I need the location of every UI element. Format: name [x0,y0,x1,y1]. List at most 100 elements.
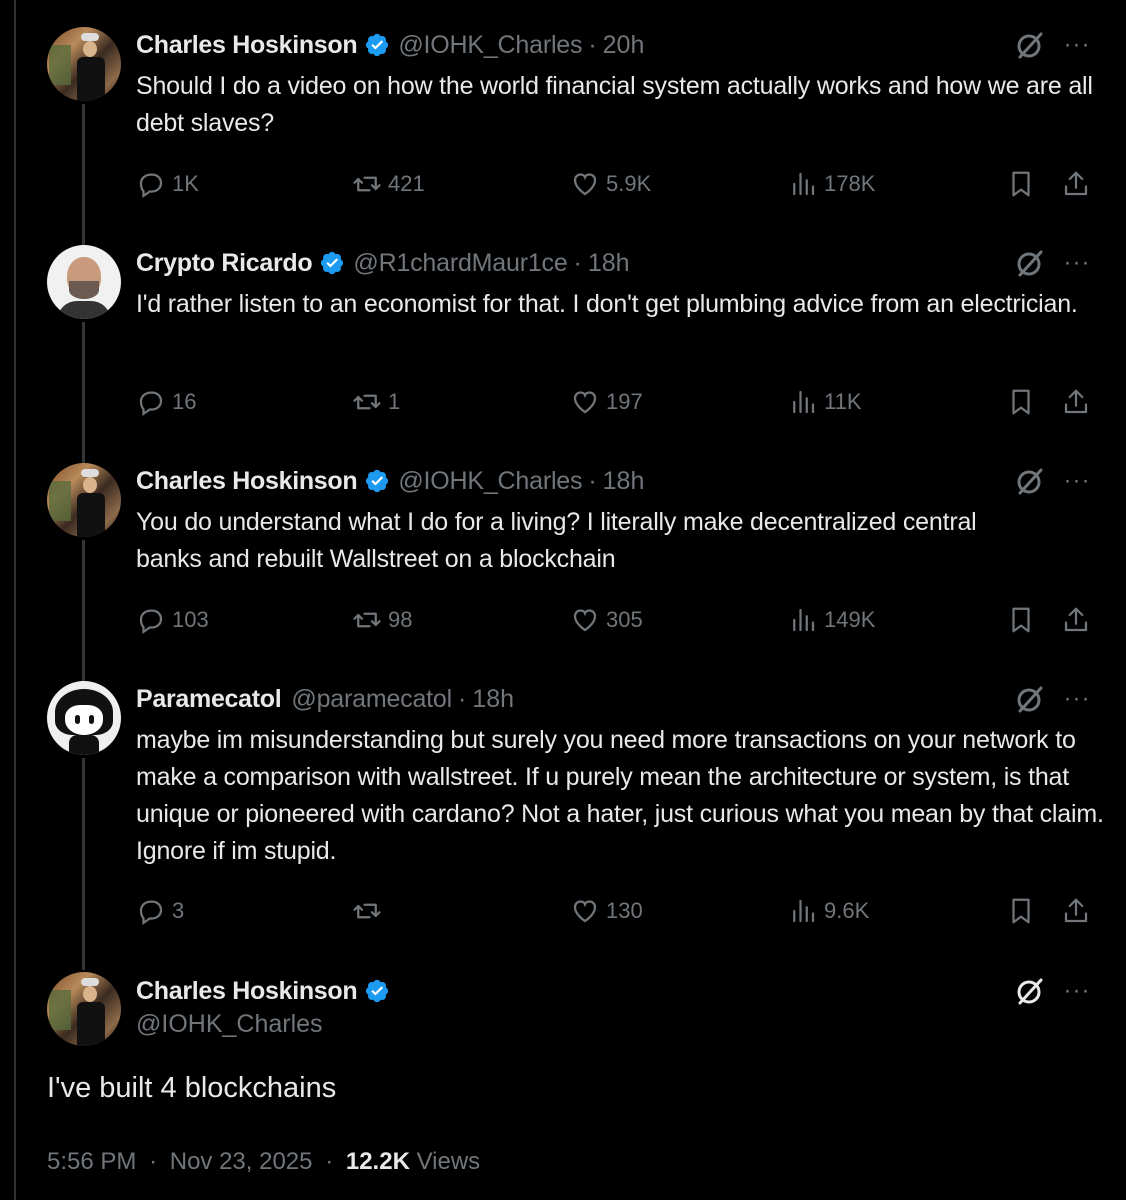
separator-dot: · [457,684,467,713]
separator-dot: · [325,1148,334,1175]
share-button[interactable] [1061,384,1097,420]
views-count: 11K [824,389,862,414]
author-handle[interactable]: @IOHK_Charles [398,31,582,60]
timestamp[interactable]: 18h [603,467,645,496]
like-count: 305 [606,607,643,632]
views-count: 178K [824,171,876,196]
share-button[interactable] [1061,893,1097,929]
author-handle[interactable]: @IOHK_Charles [398,467,582,496]
like-button[interactable]: 130 [570,893,643,929]
grok-icon[interactable] [1014,247,1046,279]
reply-icon [139,391,163,417]
author-name[interactable]: Charles Hoskinson [136,31,358,60]
views-button[interactable]: 149K [788,602,875,638]
share-button[interactable] [1061,602,1097,638]
repost-button[interactable]: 1 [352,384,400,420]
thread-line [82,540,85,682]
share-icon [1064,607,1088,632]
tweet-header: Charles Hoskinson @IOHK_Charles · 20h [136,29,644,61]
repost-button[interactable]: 421 [352,166,425,202]
more-options-icon[interactable]: ··· [1060,683,1094,715]
avatar[interactable] [47,681,121,755]
like-count: 197 [606,389,643,414]
grok-icon[interactable] [1014,975,1046,1007]
reply-button[interactable]: 16 [136,384,196,420]
bookmark-button[interactable] [1006,602,1042,638]
views-count: 9.6K [824,898,870,923]
grok-icon[interactable] [1014,465,1046,497]
avatar[interactable] [47,972,121,1046]
like-button[interactable]: 305 [570,602,643,638]
bookmark-icon [1012,389,1030,415]
avatar[interactable] [47,245,121,319]
reply-button[interactable]: 3 [136,893,184,929]
timestamp[interactable]: 18h [472,685,514,714]
author-handle[interactable]: @R1chardMaur1ce [353,249,567,278]
reply-button[interactable]: 103 [136,602,209,638]
avatar[interactable] [47,463,121,537]
views-button[interactable]: 178K [788,166,875,202]
repost-button[interactable] [352,893,388,929]
views-label: Views [416,1148,481,1175]
bookmark-button[interactable] [1006,166,1042,202]
tweet-header: Charles Hoskinson @IOHK_Charles · 18h [136,465,644,497]
author-name[interactable]: Charles Hoskinson [136,467,358,496]
like-button[interactable]: 197 [570,384,643,420]
reply-button[interactable]: 1K [136,166,199,202]
like-count: 5.9K [606,171,652,196]
tweet-text: You do understand what I do for a living… [136,508,977,573]
focus-author-row: Charles Hoskinson [136,974,398,1008]
views-button[interactable]: 9.6K [788,893,869,929]
action-bar: 3 130 9.6K [136,893,1096,929]
tweet-text: I'd rather listen to an economist for th… [136,290,1078,318]
thread-line [82,322,85,466]
tweet-text: Should I do a video on how the world fin… [136,72,1093,137]
reply-icon [139,609,163,635]
heart-icon [573,900,597,923]
reply-icon [139,900,163,926]
separator-dot: · [588,466,597,495]
heart-icon [573,173,597,196]
post-time[interactable]: 5:56 PM [47,1148,136,1175]
author-handle[interactable]: @paramecatol [291,685,452,714]
grok-icon[interactable] [1014,683,1046,715]
timestamp[interactable]: 18h [588,249,630,278]
repost-count: 98 [388,607,413,632]
bookmark-button[interactable] [1006,893,1042,929]
author-name[interactable]: Paramecatol [136,685,282,714]
repost-button[interactable]: 98 [352,602,412,638]
action-bar: 16 1 197 11K [136,384,1096,420]
more-options-icon[interactable]: ··· [1060,247,1094,279]
share-icon [1064,389,1088,414]
grok-icon[interactable] [1014,29,1046,61]
verified-badge-icon [366,979,389,1003]
window-edge [14,0,16,1200]
thread-line [82,758,85,970]
tweet-header: Crypto Ricardo @R1chardMaur1ce · 18h [136,247,630,279]
separator-dot: · [149,1148,158,1175]
views-icon [793,899,815,923]
share-button[interactable] [1061,166,1097,202]
author-handle[interactable]: @IOHK_Charles [136,1010,323,1039]
more-options-icon[interactable]: ··· [1060,975,1094,1007]
reply-icon [139,173,163,199]
bookmark-icon [1012,898,1030,924]
repost-icon [353,903,381,919]
repost-icon [353,176,381,192]
avatar[interactable] [47,27,121,101]
views-button[interactable]: 11K [788,384,862,420]
post-date[interactable]: Nov 23, 2025 [170,1148,313,1175]
bookmark-button[interactable] [1006,384,1042,420]
reply-count: 3 [172,898,185,923]
author-name[interactable]: Crypto Ricardo [136,249,313,278]
more-options-icon[interactable]: ··· [1060,29,1094,61]
timestamp[interactable]: 20h [603,31,645,60]
author-name[interactable]: Charles Hoskinson [136,977,358,1006]
repost-icon [353,612,381,628]
more-options-icon[interactable]: ··· [1060,465,1094,497]
repost-count: 421 [388,171,425,196]
tweet-text: maybe im misunderstanding but surely you… [136,726,1104,865]
heart-icon [573,391,597,414]
like-button[interactable]: 5.9K [570,166,651,202]
thread-line [82,104,85,248]
